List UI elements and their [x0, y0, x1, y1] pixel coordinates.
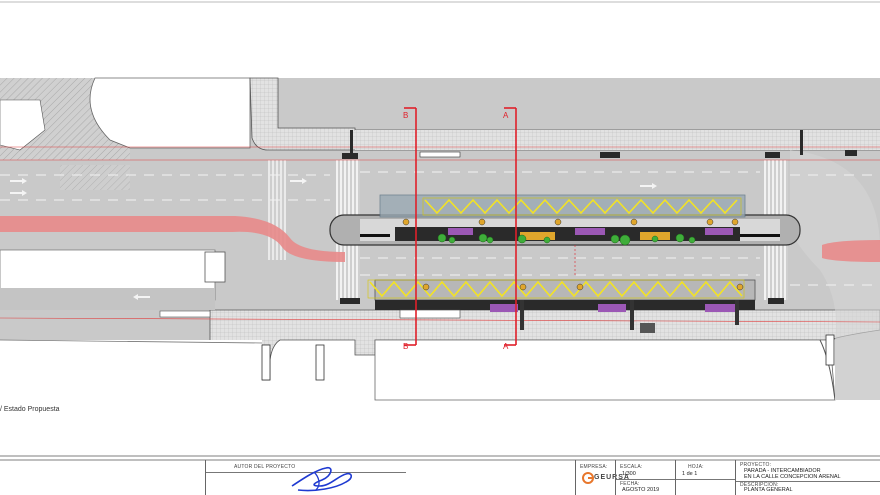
section-mark-b-bottom: B — [403, 342, 408, 351]
title-block: AUTOR DEL PROYECTO EMPRESA: GEURSA ESCAL… — [0, 460, 880, 495]
section-mark-b-top: B — [403, 111, 408, 120]
date-value: AGOSTO 2019 — [622, 487, 660, 493]
bench — [705, 228, 733, 235]
right-lower-road — [835, 340, 880, 400]
scale-label: ESCALA: — [620, 464, 643, 470]
building-bottom — [374, 339, 836, 401]
company-cell: EMPRESA: GEURSA — [575, 460, 629, 495]
island-shelter-band — [395, 227, 740, 241]
bus-lane-right — [822, 240, 880, 262]
author-cell: AUTOR DEL PROYECTO — [205, 460, 406, 495]
view-label: / Estado Propuesta — [0, 406, 60, 413]
bench — [448, 228, 473, 235]
scale-cell: ESCALA: 1/300 FECHA: AGOSTO 2019 — [615, 460, 676, 495]
bench — [575, 228, 605, 235]
platform-south-edge — [375, 300, 755, 310]
sheet-cell: HOJA: 1 de 1 — [675, 460, 736, 495]
project-cell: PROYECTO: PARADA - INTERCAMBIADOR EN LA … — [735, 460, 880, 495]
plaza-curve — [89, 77, 251, 149]
site-plan-drawing: B A B A — [0, 1, 880, 461]
company-label: EMPRESA: — [580, 464, 608, 470]
scale-value: 1/300 — [622, 471, 636, 477]
section-mark-a-bottom: A — [503, 342, 509, 351]
description-value: PLANTA GENERAL — [744, 487, 793, 493]
sheet-label: HOJA: — [688, 464, 704, 470]
sheet-value: 1 de 1 — [682, 471, 698, 477]
section-mark-a-top: A — [503, 111, 509, 120]
signature-image — [291, 466, 353, 492]
company-logo-icon — [582, 472, 594, 484]
project-line-2: EN LA CALLE CONCEPCION ARENAL — [744, 474, 841, 480]
platform-south — [374, 279, 756, 301]
